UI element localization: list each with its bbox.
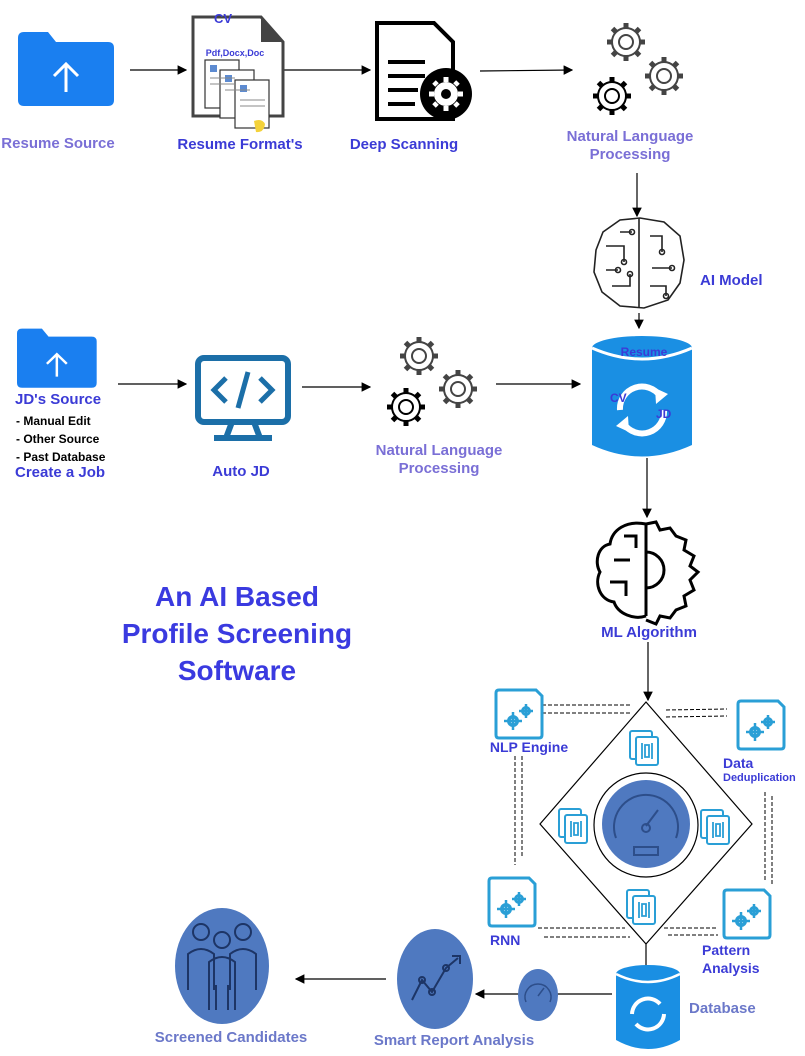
jd-source-folder-icon [15, 327, 98, 390]
smart-report-label: Smart Report Analysis [373, 1032, 535, 1049]
resume-source-folder-icon [16, 30, 116, 108]
monitor-code-icon [195, 355, 291, 441]
screened-candidates-label: Screened Candidates [154, 1029, 308, 1046]
data-dedup-label: Data Deduplication [723, 755, 796, 785]
ai-brain-gear-icon [595, 520, 701, 626]
circuit-head-icon [593, 217, 685, 309]
database-label: Database [689, 1000, 756, 1017]
rnn-label: RNN [490, 932, 521, 948]
gear-doc-icon [736, 699, 786, 751]
mini-doc-icon [700, 809, 730, 845]
pattern-analysis-label: Pattern Analysis [702, 942, 760, 976]
line-chart-icon [397, 929, 473, 1029]
jd-option: - Manual Edit [16, 414, 91, 428]
nlp-engine-label: NLP Engine [489, 739, 569, 755]
mini-doc-icon [626, 889, 656, 925]
page-title: An AI Based Profile Screening Software [121, 581, 353, 686]
gears-icon [593, 23, 683, 115]
cv-tag-label: CV [213, 11, 233, 26]
gear-doc-icon [487, 876, 537, 928]
gear-doc-icon [494, 688, 544, 740]
documents-icon [191, 15, 285, 133]
deep-scanning-label: Deep Scanning [349, 136, 459, 153]
db-cv-label: CV [610, 391, 627, 405]
resume-source-label: Resume Source [1, 135, 115, 152]
ml-algorithm-label: ML Algorithm [601, 624, 697, 641]
people-group-icon [175, 908, 269, 1024]
gear-doc-icon [722, 888, 772, 940]
db-resume-label: Resume [620, 345, 668, 359]
jd-options-list: - Manual Edit - Other Source - Past Data… [16, 412, 105, 466]
resume-formats-label: Resume Format's [177, 136, 303, 153]
nlp-top-label: Natural Language Processing [566, 128, 694, 163]
database-icon [615, 965, 681, 1049]
document-gear-icon [375, 21, 472, 121]
ai-model-label: AI Model [700, 272, 763, 289]
jd-option: - Other Source [16, 432, 100, 446]
nlp-mid-label: Natural Language Processing [375, 442, 503, 477]
small-gauge-icon [518, 969, 558, 1021]
auto-jd-label: Auto JD [212, 463, 270, 480]
jd-source-label: JD's Source [15, 391, 102, 408]
formats-tag-label: Pdf,Docx,Doc [205, 48, 265, 58]
db-jd-label: JD [656, 407, 672, 421]
mini-doc-icon [558, 808, 588, 844]
create-job-label: Create a Job [15, 464, 106, 481]
gears-icon-2 [387, 337, 477, 426]
mini-doc-icon [629, 730, 659, 766]
